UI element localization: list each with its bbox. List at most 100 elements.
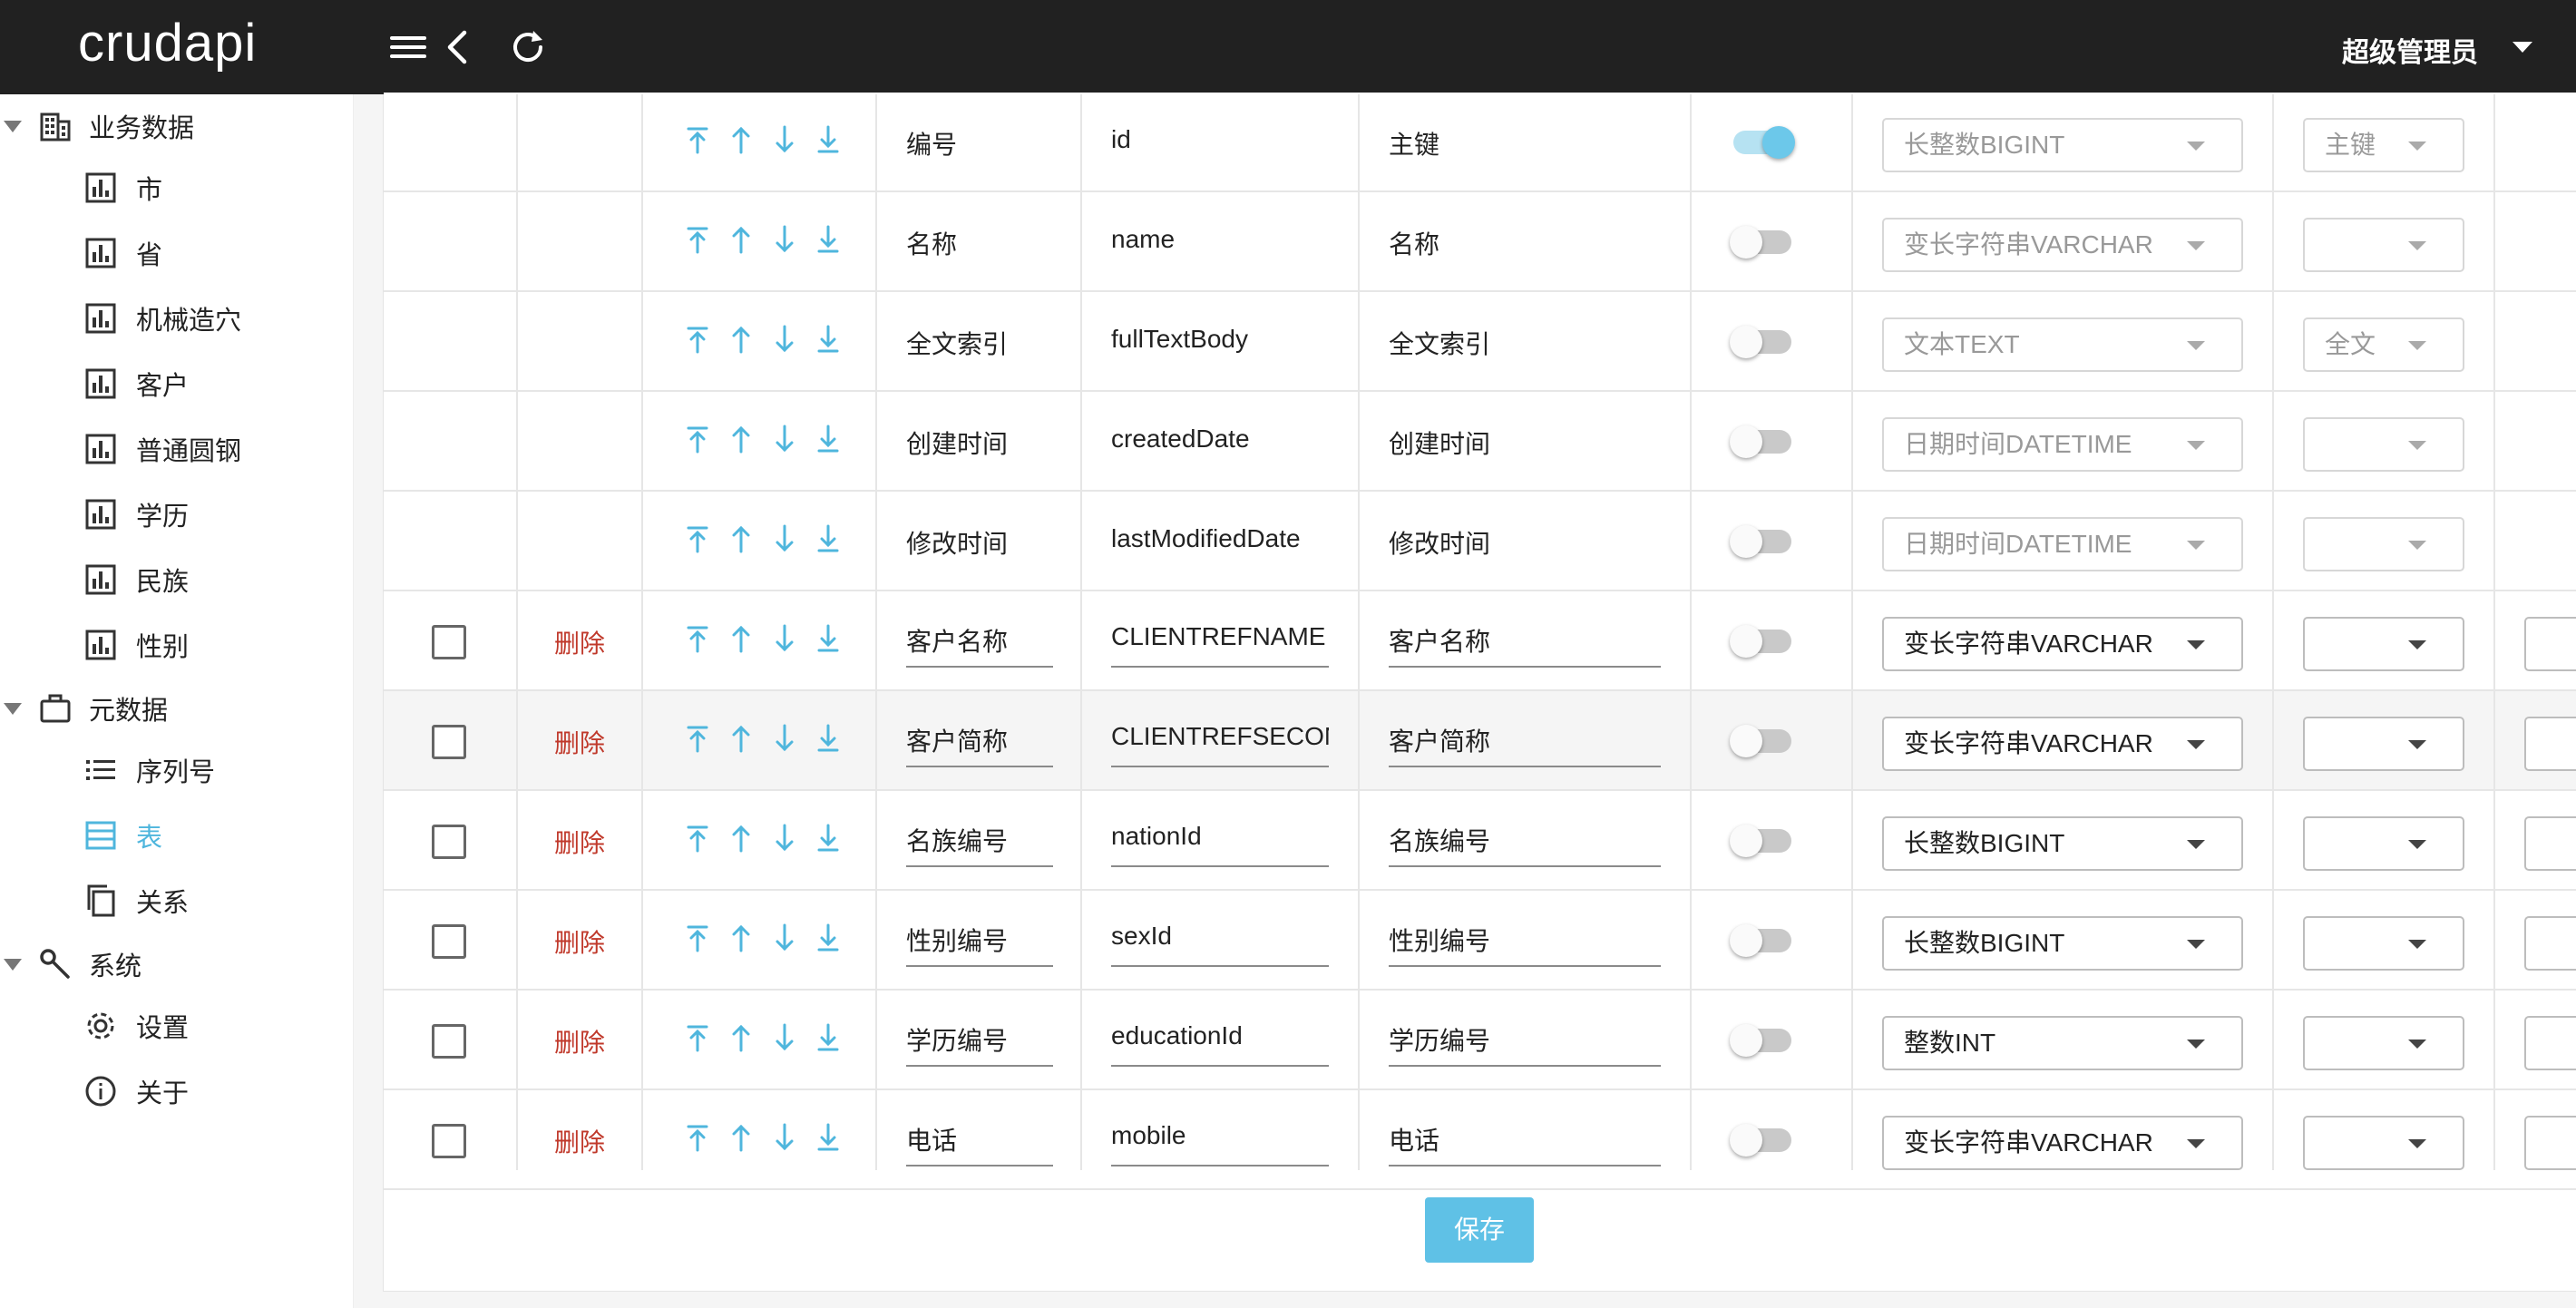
row-checkbox[interactable]	[432, 725, 466, 759]
data-type-select[interactable]: 日期时间DATETIME	[1882, 417, 2243, 472]
index-type-select[interactable]	[2303, 517, 2464, 571]
row-checkbox[interactable]	[432, 924, 466, 959]
expand-arrow-icon[interactable]	[4, 120, 22, 132]
field-toggle[interactable]	[1730, 625, 1791, 658]
move-up-icon[interactable]	[723, 1119, 766, 1159]
data-type-select[interactable]: 日期时间DATETIME	[1882, 517, 2243, 571]
move-up-icon[interactable]	[723, 920, 766, 960]
move-up-icon[interactable]	[723, 221, 766, 261]
data-type-select[interactable]: 长整数BIGINT	[1882, 816, 2243, 871]
description-input[interactable]: 学历编号	[1389, 1021, 1661, 1067]
caption-input[interactable]: 客户简称	[906, 722, 1053, 767]
move-down-icon[interactable]	[766, 221, 810, 261]
next-column-input[interactable]	[2524, 717, 2576, 771]
move-up-icon[interactable]	[723, 421, 766, 461]
app-brand[interactable]: crudapi	[78, 13, 257, 73]
move-down-icon[interactable]	[766, 620, 810, 660]
data-type-select[interactable]: 变长字符串VARCHAR	[1882, 218, 2243, 272]
field-toggle[interactable]	[1730, 425, 1791, 458]
move-bottom-icon[interactable]	[810, 1119, 854, 1159]
data-type-select[interactable]: 长整数BIGINT	[1882, 916, 2243, 971]
move-down-icon[interactable]	[766, 122, 810, 161]
sidebar-item-province[interactable]: 省	[83, 226, 346, 280]
move-down-icon[interactable]	[766, 920, 810, 960]
sidebar-item-table[interactable]: 表	[83, 808, 346, 863]
name-input[interactable]: nationId	[1111, 822, 1329, 867]
save-button[interactable]: 保存	[1425, 1197, 1534, 1263]
sidebar-item-city[interactable]: 市	[83, 161, 346, 215]
move-top-icon[interactable]	[679, 920, 723, 960]
refresh-icon[interactable]	[506, 25, 550, 69]
index-type-select[interactable]	[2303, 1116, 2464, 1170]
sidebar-item-gender[interactable]: 性别	[83, 618, 346, 672]
move-top-icon[interactable]	[679, 521, 723, 561]
data-type-select[interactable]: 变长字符串VARCHAR	[1882, 717, 2243, 771]
sidebar-item-relation[interactable]: 关系	[83, 874, 346, 928]
sidebar-section-business-data[interactable]: 业务数据	[0, 99, 354, 153]
next-column-input[interactable]	[2524, 1116, 2576, 1170]
caption-input[interactable]: 电话	[906, 1121, 1053, 1166]
name-input[interactable]: CLIENTREFSECON	[1111, 722, 1329, 767]
data-type-select[interactable]: 变长字符串VARCHAR	[1882, 1116, 2243, 1170]
description-input[interactable]: 电话	[1389, 1121, 1661, 1166]
field-toggle[interactable]	[1730, 525, 1791, 558]
move-down-icon[interactable]	[766, 521, 810, 561]
move-down-icon[interactable]	[766, 1020, 810, 1059]
index-type-select[interactable]	[2303, 218, 2464, 272]
delete-link[interactable]: 删除	[554, 624, 605, 660]
sidebar-item-round-steel[interactable]: 普通圆钢	[83, 422, 346, 476]
data-type-select[interactable]: 文本TEXT	[1882, 317, 2243, 372]
move-up-icon[interactable]	[723, 620, 766, 660]
description-input[interactable]: 客户简称	[1389, 722, 1661, 767]
field-toggle[interactable]	[1730, 326, 1791, 358]
description-input[interactable]: 名族编号	[1389, 822, 1661, 867]
next-column-input[interactable]	[2524, 816, 2576, 871]
row-checkbox[interactable]	[432, 1124, 466, 1158]
caption-input[interactable]: 性别编号	[906, 922, 1053, 967]
delete-link[interactable]: 删除	[554, 724, 605, 760]
sidebar-item-education[interactable]: 学历	[83, 487, 346, 542]
move-up-icon[interactable]	[723, 720, 766, 760]
name-input[interactable]: mobile	[1111, 1121, 1329, 1166]
move-bottom-icon[interactable]	[810, 221, 854, 261]
move-up-icon[interactable]	[723, 1020, 766, 1059]
move-top-icon[interactable]	[679, 1020, 723, 1059]
delete-link[interactable]: 删除	[554, 1023, 605, 1059]
index-type-select[interactable]: 全文	[2303, 317, 2464, 372]
index-type-select[interactable]	[2303, 717, 2464, 771]
field-toggle[interactable]	[1733, 126, 1795, 159]
field-toggle[interactable]	[1730, 226, 1791, 259]
field-toggle[interactable]	[1730, 1124, 1791, 1157]
field-toggle[interactable]	[1730, 725, 1791, 757]
next-column-input[interactable]	[2524, 1016, 2576, 1070]
field-toggle[interactable]	[1730, 1024, 1791, 1057]
index-type-select[interactable]	[2303, 916, 2464, 971]
move-down-icon[interactable]	[766, 421, 810, 461]
caret-down-icon[interactable]	[2513, 42, 2532, 53]
move-bottom-icon[interactable]	[810, 1020, 854, 1059]
next-column-input[interactable]	[2524, 617, 2576, 671]
description-input[interactable]: 性别编号	[1389, 922, 1661, 967]
row-checkbox[interactable]	[432, 1024, 466, 1059]
move-top-icon[interactable]	[679, 221, 723, 261]
index-type-select[interactable]	[2303, 417, 2464, 472]
move-down-icon[interactable]	[766, 720, 810, 760]
row-checkbox[interactable]	[432, 825, 466, 859]
move-top-icon[interactable]	[679, 122, 723, 161]
move-bottom-icon[interactable]	[810, 920, 854, 960]
expand-arrow-icon[interactable]	[4, 702, 22, 715]
move-bottom-icon[interactable]	[810, 421, 854, 461]
back-arrow-icon[interactable]	[435, 25, 479, 69]
sidebar-item-about[interactable]: 关于	[83, 1064, 346, 1118]
move-up-icon[interactable]	[723, 521, 766, 561]
index-type-select[interactable]: 主键	[2303, 118, 2464, 172]
move-top-icon[interactable]	[679, 620, 723, 660]
sidebar-section-system[interactable]: 系统	[0, 937, 354, 991]
delete-link[interactable]: 删除	[554, 923, 605, 960]
name-input[interactable]: CLIENTREFNAME	[1111, 622, 1329, 668]
move-up-icon[interactable]	[723, 820, 766, 860]
data-type-select[interactable]: 长整数BIGINT	[1882, 118, 2243, 172]
delete-link[interactable]: 删除	[554, 1123, 605, 1159]
sidebar-section-metadata[interactable]: 元数据	[0, 681, 354, 736]
sidebar-item-settings[interactable]: 设置	[83, 999, 346, 1053]
